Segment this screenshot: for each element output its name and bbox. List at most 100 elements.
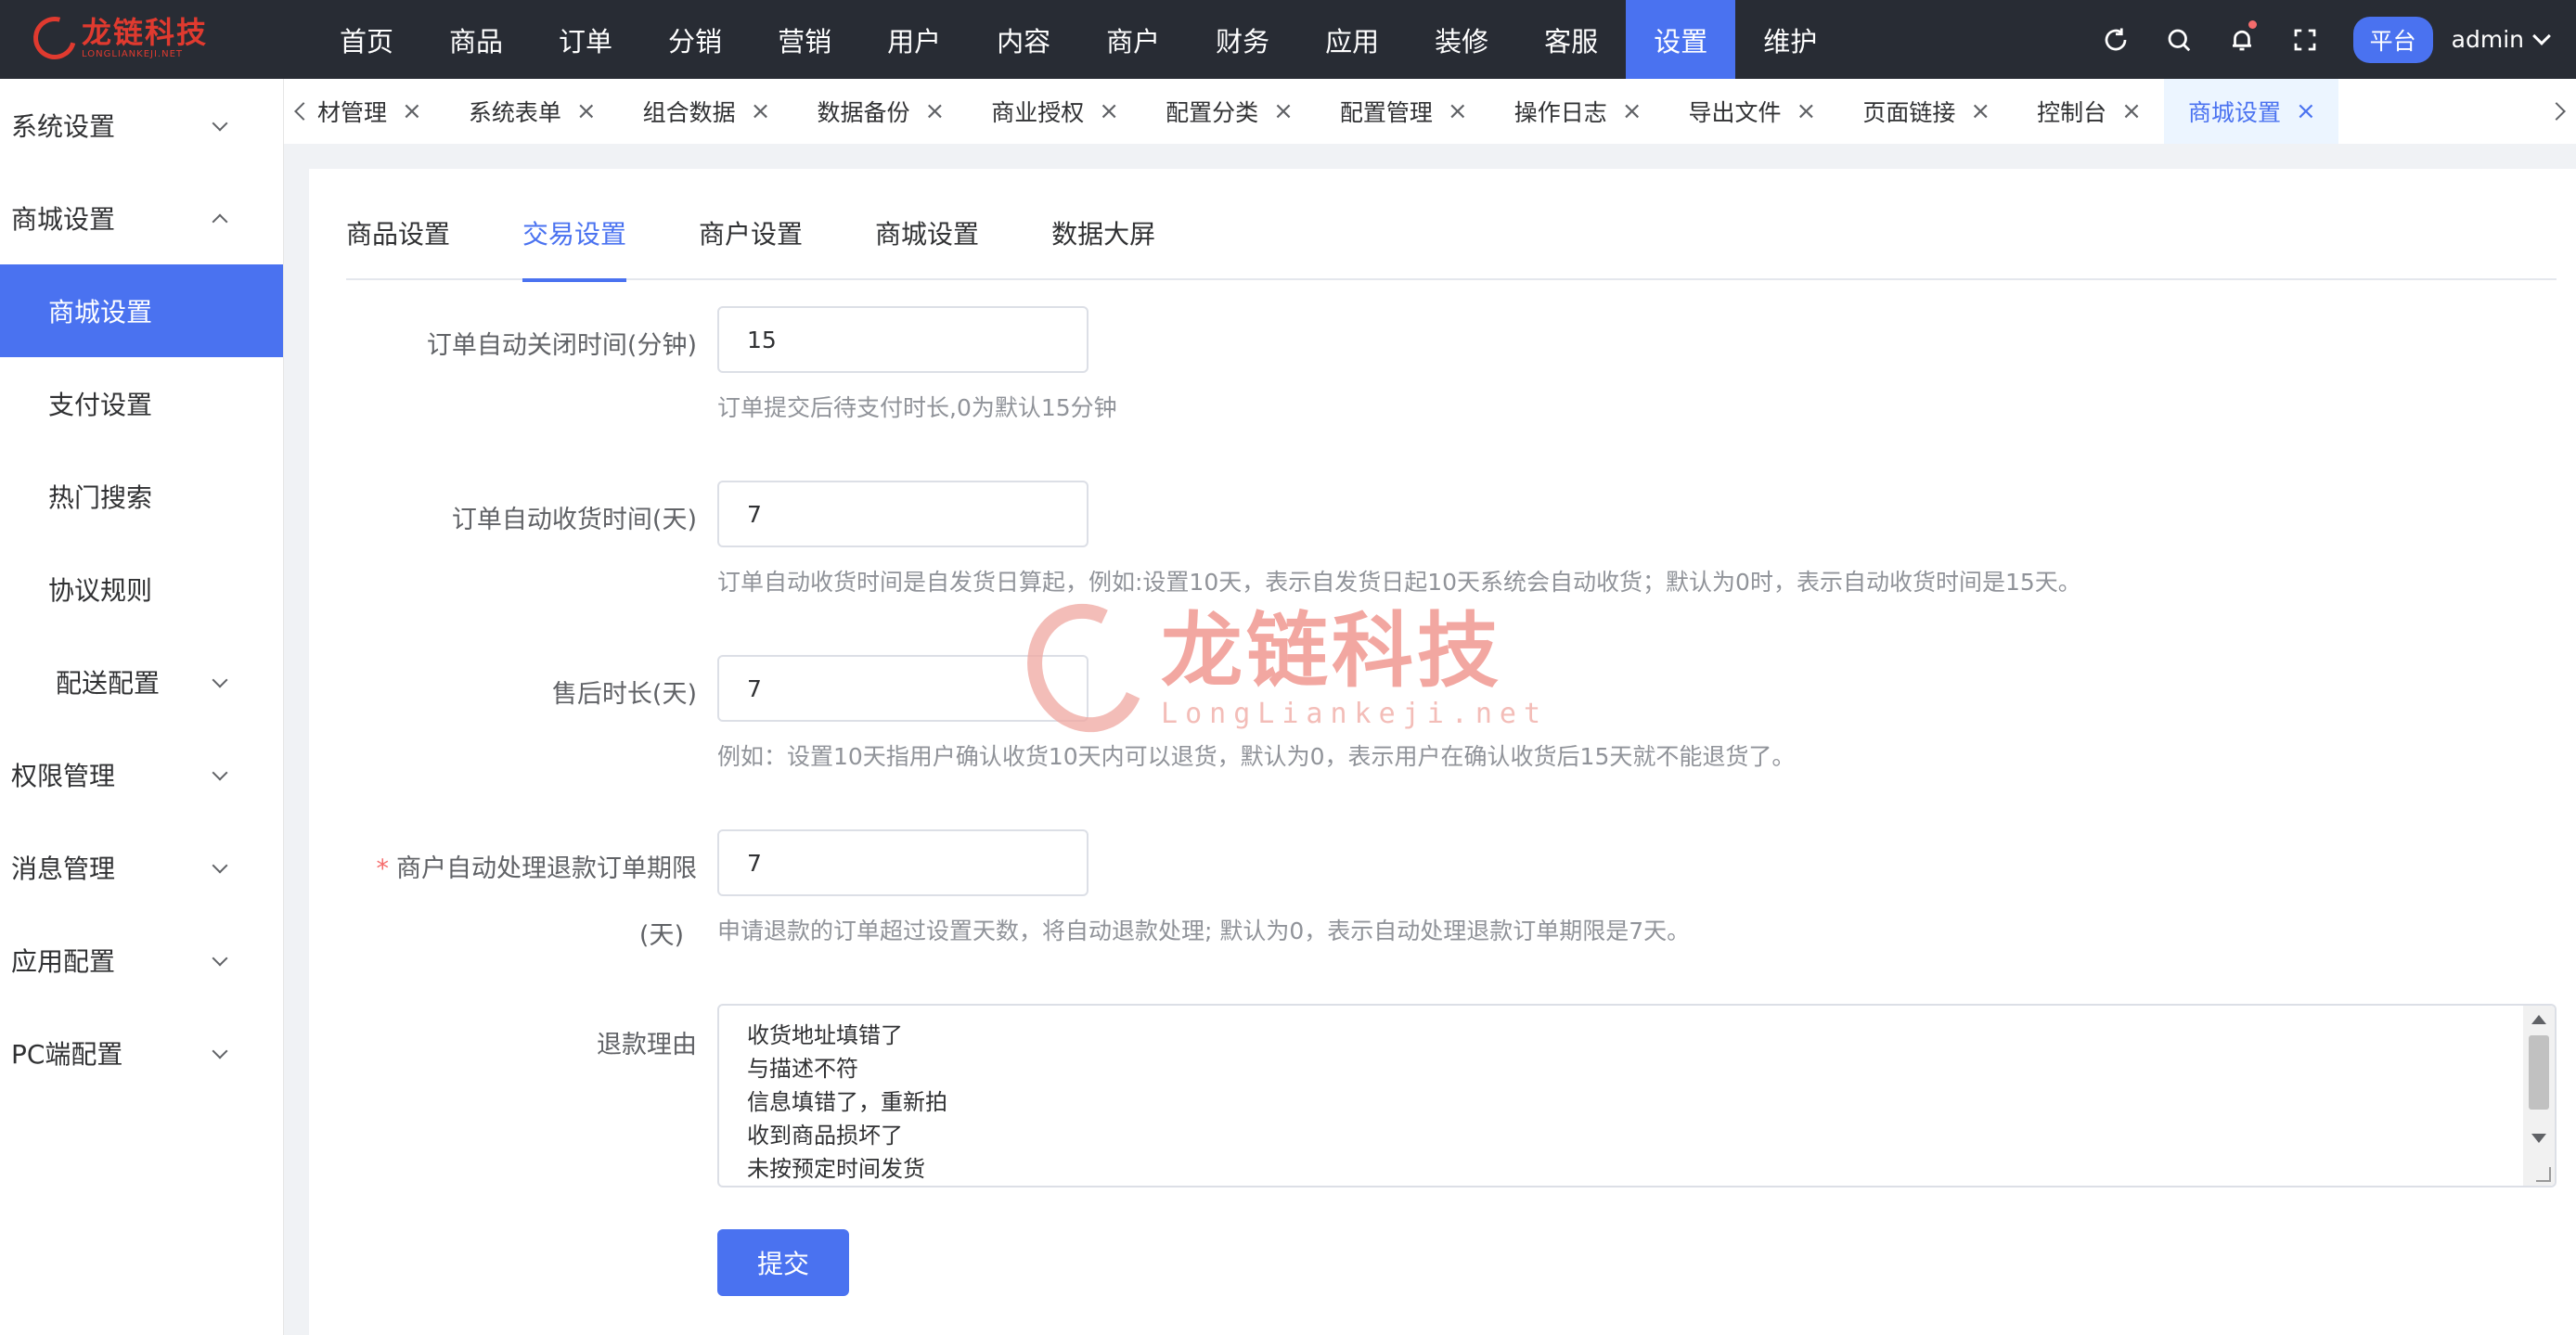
close-time-label: 订单自动关闭时间(分钟): [426, 331, 697, 360]
logo[interactable]: 龙链科技 LONGLIANKEJI.NET: [25, 7, 210, 69]
nav-item-decoration[interactable]: 装修: [1407, 0, 1516, 79]
page-tab[interactable]: 配置管理 ×: [1316, 79, 1490, 144]
refund-reason-textarea[interactable]: 收货地址填错了 与描述不符 信息填错了，重新拍 收到商品损坏了 未按预定时间发货: [717, 1004, 2557, 1187]
submit-button[interactable]: 提交: [717, 1229, 849, 1296]
nav-item-content[interactable]: 内容: [969, 0, 1078, 79]
sidebar-item-label: 协议规则: [48, 575, 153, 606]
sidebar-item-label: 应用配置: [11, 946, 116, 977]
sidebar-item-mall-settings-group[interactable]: 商城设置: [0, 172, 283, 264]
settings-card: 商品设置 交易设置 商户设置 商城设置 数据大屏 订单自动关闭时间(分钟) 订单…: [309, 169, 2576, 1335]
chevron-down-icon: [212, 672, 228, 688]
sidebar-item-label: 消息管理: [11, 854, 116, 884]
nav-item-maintenance[interactable]: 维护: [1735, 0, 1845, 79]
subtab-merchant-settings[interactable]: 商户设置: [699, 169, 803, 280]
receive-time-label: 订单自动收货时间(天): [451, 506, 697, 534]
settings-subtabs: 商品设置 交易设置 商户设置 商城设置 数据大屏: [346, 169, 2557, 282]
page-tab[interactable]: 操作日志 ×: [1490, 79, 1665, 144]
close-icon[interactable]: ×: [1797, 97, 1817, 125]
close-icon[interactable]: ×: [576, 97, 597, 125]
close-icon[interactable]: ×: [751, 97, 771, 125]
close-icon[interactable]: ×: [2121, 97, 2142, 125]
sidebar-item-payment-settings[interactable]: 支付设置: [0, 357, 283, 450]
subtab-trade-settings[interactable]: 交易设置: [522, 169, 627, 282]
subtab-mall-settings[interactable]: 商城设置: [875, 169, 979, 280]
page-tabs: 材管理 × 系统表单 × 组合数据 × 数据备份 × 商业授权 × 配置分类 × 配置管理 ×…: [316, 79, 2544, 144]
sidebar-item-system-settings[interactable]: 系统设置: [0, 79, 283, 172]
refund-reason-line: 信息填错了，重新拍: [747, 1089, 947, 1115]
receive-time-input[interactable]: [717, 481, 1088, 547]
textarea-scrollbar[interactable]: [2523, 1006, 2555, 1186]
sidebar-item-permission-management[interactable]: 权限管理: [0, 728, 283, 821]
nav-item-apps[interactable]: 应用: [1297, 0, 1407, 79]
sidebar-item-mall-settings[interactable]: 商城设置: [0, 264, 283, 357]
page-tab[interactable]: 商业授权 ×: [967, 79, 1141, 144]
close-time-input[interactable]: [717, 306, 1088, 373]
logo-dragon-icon: [25, 8, 84, 68]
top-tools: 平台 admin: [2084, 0, 2551, 79]
sidebar-item-label: 支付设置: [48, 390, 153, 420]
page-tab[interactable]: 组合数据 ×: [619, 79, 793, 144]
refund-limit-input[interactable]: [717, 829, 1088, 896]
nav-item-finance[interactable]: 财务: [1188, 0, 1297, 79]
sidebar: 系统设置 商城设置 商城设置 支付设置 热门搜索 协议规则 配送配置 权限管理 …: [0, 79, 284, 1335]
scroll-down-arrow-icon[interactable]: [2531, 1134, 2546, 1143]
sidebar-item-delivery-config[interactable]: 配送配置: [0, 635, 283, 728]
page-tab-active[interactable]: 商城设置 ×: [2163, 79, 2338, 144]
sidebar-item-hot-search[interactable]: 热门搜索: [0, 450, 283, 543]
close-icon[interactable]: ×: [924, 97, 945, 125]
nav-item-home[interactable]: 首页: [312, 0, 421, 79]
sidebar-item-app-config[interactable]: 应用配置: [0, 914, 283, 1007]
platform-button[interactable]: 平台: [2352, 16, 2433, 63]
page-tab[interactable]: 配置分类 ×: [1141, 79, 1316, 144]
bell-icon[interactable]: [2210, 0, 2273, 79]
close-icon[interactable]: ×: [1099, 97, 1119, 125]
page-tab[interactable]: 数据备份 ×: [792, 79, 967, 144]
sidebar-item-label: 商城设置: [11, 204, 116, 235]
search-icon[interactable]: [2147, 0, 2210, 79]
after-sale-input[interactable]: [717, 655, 1088, 722]
scrollbar-thumb[interactable]: [2529, 1035, 2549, 1110]
required-mark: *: [376, 854, 390, 883]
page-tab[interactable]: 控制台 ×: [2013, 79, 2164, 144]
close-icon[interactable]: ×: [2296, 97, 2316, 125]
sidebar-item-agreement-rules[interactable]: 协议规则: [0, 543, 283, 635]
chevron-down-icon: [212, 857, 228, 874]
page-tab[interactable]: 导出文件 ×: [1665, 79, 1839, 144]
subtab-product-settings[interactable]: 商品设置: [346, 169, 450, 280]
page-tab[interactable]: 系统表单 ×: [444, 79, 619, 144]
close-icon[interactable]: ×: [1273, 97, 1294, 125]
nav-item-users[interactable]: 用户: [859, 0, 969, 79]
close-icon[interactable]: ×: [1448, 97, 1468, 125]
sidebar-item-label: 商城设置: [48, 297, 153, 327]
page-tab[interactable]: 页面链接 ×: [1838, 79, 2013, 144]
page-tabs-bar: 材管理 × 系统表单 × 组合数据 × 数据备份 × 商业授权 × 配置分类 × 配置管理 ×…: [284, 79, 2576, 144]
sidebar-item-label: PC端配置: [11, 1039, 123, 1070]
close-icon[interactable]: ×: [1622, 97, 1642, 125]
nav-item-customer-service[interactable]: 客服: [1516, 0, 1626, 79]
sidebar-item-label: 配送配置: [56, 668, 161, 699]
fullscreen-icon[interactable]: [2273, 0, 2337, 79]
nav-item-marketing[interactable]: 营销: [750, 0, 859, 79]
refresh-icon[interactable]: [2084, 0, 2147, 79]
sidebar-item-message-management[interactable]: 消息管理: [0, 821, 283, 914]
nav-item-orders[interactable]: 订单: [531, 0, 640, 79]
nav-item-settings[interactable]: 设置: [1626, 0, 1736, 79]
close-icon[interactable]: ×: [402, 97, 422, 125]
sidebar-item-pc-config[interactable]: PC端配置: [0, 1007, 283, 1099]
close-icon[interactable]: ×: [1970, 97, 1990, 125]
subtab-data-screen[interactable]: 数据大屏: [1051, 169, 1155, 280]
chevron-down-icon: [212, 950, 228, 967]
user-menu[interactable]: admin: [2452, 26, 2551, 53]
nav-item-merchants[interactable]: 商户: [1078, 0, 1188, 79]
close-time-hint: 订单提交后待支付时长,0为默认15分钟: [717, 394, 1117, 421]
page-tab[interactable]: 材管理 ×: [316, 79, 444, 144]
scroll-up-arrow-icon[interactable]: [2531, 1015, 2546, 1024]
resize-handle-icon[interactable]: [2536, 1167, 2551, 1182]
tabs-scroll-left-button[interactable]: [284, 79, 316, 144]
nav-item-distribution[interactable]: 分销: [640, 0, 750, 79]
refund-reason-line: 与描述不符: [747, 1056, 858, 1082]
chevron-down-icon: [212, 764, 228, 781]
nav-item-products[interactable]: 商品: [421, 0, 531, 79]
tabs-scroll-right-button[interactable]: [2544, 79, 2576, 144]
chevron-right-icon: [2547, 102, 2566, 121]
